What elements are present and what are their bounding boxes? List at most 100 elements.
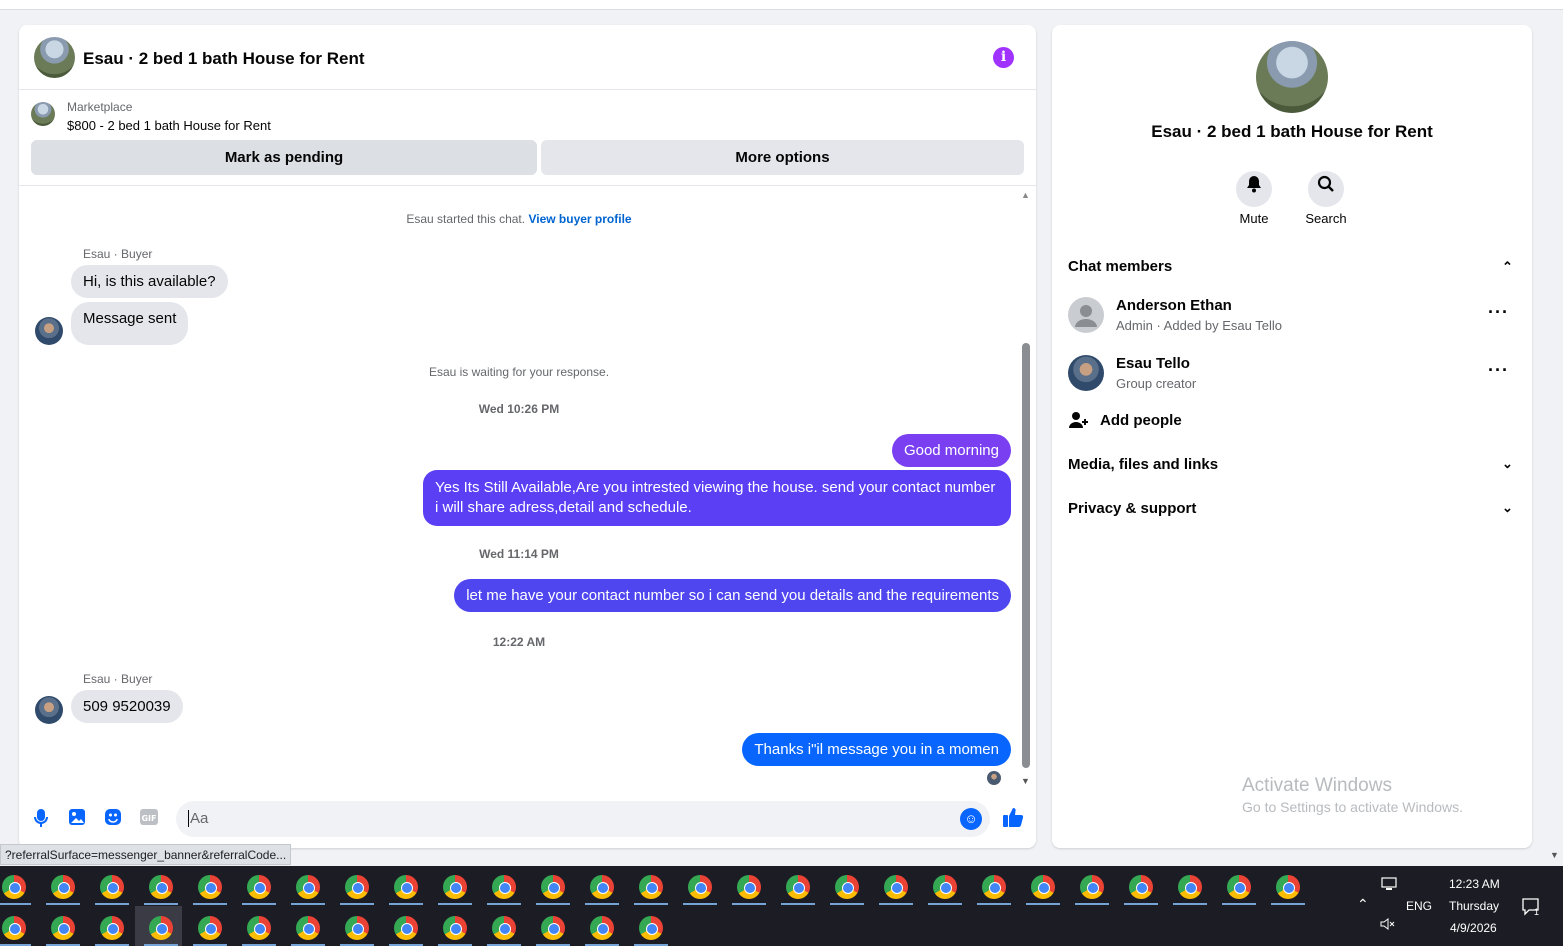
member-name[interactable]: Esau Tello: [1116, 355, 1190, 372]
chat-avatar[interactable]: [34, 37, 75, 78]
listing-thumbnail[interactable]: [31, 102, 55, 126]
outgoing-message[interactable]: Thanks i"il message you in a momen: [742, 733, 1011, 766]
chrome-taskbar-icon[interactable]: [1178, 875, 1202, 899]
message-input[interactable]: Aa ☺: [176, 801, 990, 837]
chrome-taskbar-icon[interactable]: [443, 875, 467, 899]
bell-icon[interactable]: [1236, 171, 1272, 207]
chrome-taskbar-icon[interactable]: [345, 875, 369, 899]
message-scrollbar[interactable]: ▲ ▼: [1021, 190, 1031, 786]
member-name[interactable]: Anderson Ethan: [1116, 297, 1232, 314]
chat-members-heading[interactable]: Chat members: [1068, 258, 1172, 275]
chrome-taskbar-icon[interactable]: [541, 875, 565, 899]
chrome-taskbar-icon[interactable]: [639, 875, 663, 899]
chevron-up-icon[interactable]: ⌃: [1502, 259, 1513, 275]
member-options-icon[interactable]: ···: [1488, 302, 1509, 323]
chrome-taskbar-icon[interactable]: [198, 916, 222, 940]
add-person-icon[interactable]: [1068, 410, 1088, 430]
listing-title[interactable]: $800 - 2 bed 1 bath House for Rent: [67, 118, 271, 133]
chrome-taskbar-icon[interactable]: [247, 916, 271, 940]
view-buyer-profile-link[interactable]: View buyer profile: [528, 212, 631, 226]
chrome-taskbar-icon[interactable]: [443, 916, 467, 940]
chrome-taskbar-icon[interactable]: [100, 875, 124, 899]
chrome-taskbar-icon[interactable]: [541, 916, 565, 940]
chrome-taskbar-icon[interactable]: [149, 875, 173, 899]
sticker-icon[interactable]: [102, 808, 124, 830]
incoming-message[interactable]: Hi, is this available?: [71, 265, 228, 298]
chrome-taskbar-icon[interactable]: [2, 875, 26, 899]
message-list: Esau started this chat. View buyer profi…: [19, 187, 1019, 787]
chrome-taskbar-icon[interactable]: [786, 875, 810, 899]
thumbs-up-icon[interactable]: [1002, 806, 1024, 828]
scroll-down-arrow[interactable]: ▼: [1021, 776, 1030, 786]
member-avatar-esau[interactable]: [1068, 355, 1104, 391]
search-icon[interactable]: [1308, 171, 1344, 207]
media-files-heading[interactable]: Media, files and links: [1068, 456, 1218, 473]
chrome-taskbar-icon[interactable]: [51, 916, 75, 940]
photo-icon[interactable]: [66, 808, 88, 830]
scroll-up-arrow[interactable]: ▲: [1021, 190, 1030, 200]
chat-title[interactable]: Esau · 2 bed 1 bath House for Rent: [83, 49, 365, 69]
chrome-taskbar-icon[interactable]: [51, 875, 75, 899]
buyer-avatar[interactable]: [35, 317, 63, 345]
chrome-taskbar-icon[interactable]: [394, 916, 418, 940]
chrome-taskbar-icon[interactable]: [100, 916, 124, 940]
microphone-icon[interactable]: [30, 808, 52, 830]
chevron-up-icon[interactable]: ⌃: [1357, 896, 1369, 913]
chrome-taskbar-icon[interactable]: [492, 875, 516, 899]
chrome-taskbar-icon[interactable]: [492, 916, 516, 940]
member-avatar-anderson[interactable]: [1068, 297, 1104, 333]
chrome-taskbar-icon[interactable]: [835, 875, 859, 899]
chrome-taskbar-icon[interactable]: [345, 916, 369, 940]
group-avatar[interactable]: [1256, 41, 1328, 113]
search-label[interactable]: Search: [1286, 211, 1366, 226]
chevron-down-icon[interactable]: ⌄: [1502, 500, 1513, 516]
chrome-taskbar-icon[interactable]: [1129, 875, 1153, 899]
mute-label[interactable]: Mute: [1214, 211, 1294, 226]
chrome-taskbar-icon[interactable]: [394, 875, 418, 899]
clock-date[interactable]: 4/9/2026: [1450, 921, 1497, 935]
chrome-taskbar-icon[interactable]: [933, 875, 957, 899]
incoming-message[interactable]: Message sent: [71, 302, 189, 345]
scroll-thumb[interactable]: [1022, 343, 1030, 768]
taskbar-running-indicator: [438, 903, 472, 905]
chrome-taskbar-icon[interactable]: [639, 916, 663, 940]
mark-as-pending-button[interactable]: Mark as pending: [31, 140, 537, 175]
chrome-taskbar-icon[interactable]: [1080, 875, 1104, 899]
chrome-taskbar-icon[interactable]: [737, 875, 761, 899]
more-options-button[interactable]: More options: [541, 140, 1024, 175]
chrome-taskbar-icon[interactable]: [1276, 875, 1300, 899]
member-options-icon[interactable]: ···: [1488, 360, 1509, 381]
chrome-taskbar-icon[interactable]: [884, 875, 908, 899]
volume-muted-icon[interactable]: [1380, 917, 1396, 934]
chrome-taskbar-icon[interactable]: [982, 875, 1006, 899]
info-icon[interactable]: i: [993, 47, 1014, 68]
chrome-taskbar-icon[interactable]: [590, 916, 614, 940]
network-icon[interactable]: [1381, 877, 1397, 894]
privacy-support-heading[interactable]: Privacy & support: [1068, 500, 1196, 517]
chrome-taskbar-icon[interactable]: [1227, 875, 1251, 899]
chrome-taskbar-icon[interactable]: [296, 916, 320, 940]
gif-icon[interactable]: GIF: [138, 808, 160, 830]
chrome-taskbar-icon[interactable]: [247, 875, 271, 899]
language-indicator[interactable]: ENG: [1406, 899, 1432, 913]
chrome-taskbar-icon[interactable]: [296, 875, 320, 899]
chrome-taskbar-icon[interactable]: [2, 916, 26, 940]
add-people-label[interactable]: Add people: [1100, 412, 1182, 429]
outgoing-message[interactable]: let me have your contact number so i can…: [454, 579, 1011, 612]
chrome-taskbar-icon[interactable]: [688, 875, 712, 899]
group-title: Esau · 2 bed 1 bath House for Rent: [1151, 122, 1433, 141]
buyer-avatar[interactable]: [35, 696, 63, 724]
chrome-taskbar-icon[interactable]: [1031, 875, 1055, 899]
outgoing-message[interactable]: Good morning: [891, 434, 1011, 467]
chrome-taskbar-icon[interactable]: [198, 875, 222, 899]
chrome-taskbar-icon[interactable]: [149, 916, 173, 940]
page-scroll-down-arrow[interactable]: ▼: [1550, 850, 1559, 860]
emoji-icon[interactable]: ☺: [960, 808, 982, 830]
incoming-message[interactable]: 509 9520039: [71, 690, 183, 723]
clock-day[interactable]: Thursday: [1449, 899, 1499, 913]
chevron-down-icon[interactable]: ⌄: [1502, 456, 1513, 472]
chat-started-note: Esau started this chat. View buyer profi…: [19, 212, 1019, 226]
outgoing-message[interactable]: Yes Its Still Available,Are you intreste…: [423, 470, 1011, 526]
clock-time[interactable]: 12:23 AM: [1449, 877, 1500, 891]
chrome-taskbar-icon[interactable]: [590, 875, 614, 899]
